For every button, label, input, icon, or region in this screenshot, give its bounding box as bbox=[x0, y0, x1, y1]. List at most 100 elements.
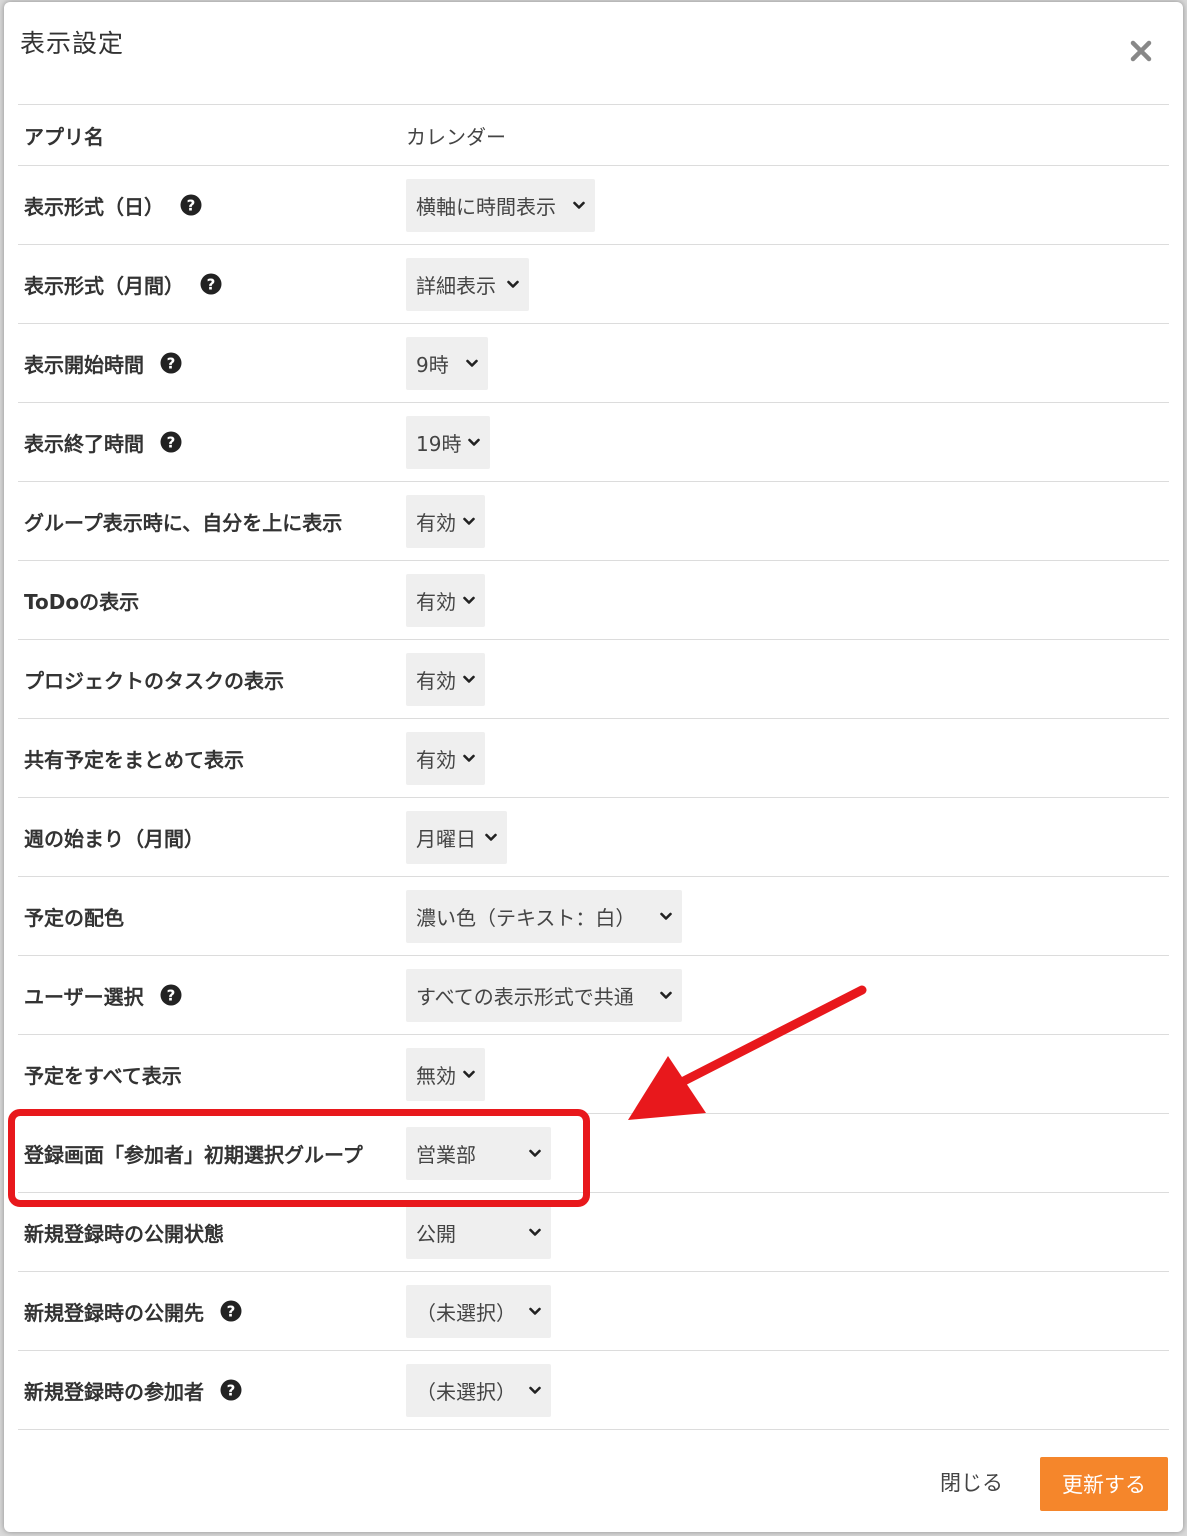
svg-text:?: ? bbox=[167, 434, 176, 452]
setting-row: 新規登録時の公開状態 公開 bbox=[18, 1193, 1169, 1272]
chevron-down-icon bbox=[463, 754, 475, 763]
setting-row: 表示終了時間? 19時 bbox=[18, 403, 1169, 482]
select-value: 有効 bbox=[416, 747, 456, 772]
setting-label: 新規登録時の公開状態 bbox=[24, 1193, 224, 1271]
setting-label: アプリ名 bbox=[24, 105, 104, 165]
chevron-down-icon bbox=[463, 1070, 475, 1079]
setting-label-text: ユーザー選択 bbox=[24, 984, 144, 1009]
setting-select[interactable]: 19時 bbox=[406, 415, 490, 469]
setting-label: 予定の配色 bbox=[24, 877, 124, 955]
setting-label-text: ToDoの表示 bbox=[24, 589, 140, 614]
question-circle-icon[interactable]: ? bbox=[180, 194, 202, 216]
chevron-down-icon bbox=[485, 833, 497, 842]
question-circle-icon[interactable]: ? bbox=[220, 1379, 242, 1401]
svg-text:?: ? bbox=[227, 1382, 236, 1400]
select-value: 有効 bbox=[416, 668, 456, 693]
select-value: すべての表示形式で共通 bbox=[416, 984, 634, 1009]
setting-select[interactable]: 月曜日 bbox=[406, 810, 507, 864]
setting-label: ToDoの表示 bbox=[24, 561, 139, 639]
setting-select[interactable]: 有効 bbox=[406, 652, 485, 706]
setting-row: グループ表示時に、自分を上に表示 有効 bbox=[18, 482, 1169, 561]
setting-value: 営業部 bbox=[406, 1114, 551, 1192]
setting-label: 新規登録時の公開先? bbox=[24, 1272, 242, 1350]
setting-select[interactable]: （未選択） bbox=[406, 1363, 551, 1417]
setting-label-text: 新規登録時の公開先 bbox=[24, 1300, 204, 1325]
setting-value: 無効 bbox=[406, 1035, 485, 1113]
setting-select[interactable]: 9時 bbox=[406, 336, 488, 390]
select-value: 営業部 bbox=[416, 1142, 476, 1167]
chevron-down-icon bbox=[463, 517, 475, 526]
setting-value: 9時 bbox=[406, 324, 488, 402]
question-circle-icon[interactable]: ? bbox=[160, 431, 182, 453]
setting-select[interactable]: 有効 bbox=[406, 573, 485, 627]
setting-label: 表示開始時間? bbox=[24, 324, 182, 402]
setting-label: プロジェクトのタスクの表示 bbox=[24, 640, 284, 718]
setting-label: 表示形式（日）? bbox=[24, 166, 202, 244]
chevron-down-icon bbox=[507, 280, 519, 289]
setting-select[interactable]: 公開 bbox=[406, 1205, 551, 1259]
setting-row: 週の始まり（月間） 月曜日 bbox=[18, 798, 1169, 877]
setting-value: 有効 bbox=[406, 561, 485, 639]
setting-label: 登録画面「参加者」初期選択グループ bbox=[24, 1114, 363, 1192]
setting-label-text: 新規登録時の公開状態 bbox=[24, 1221, 224, 1246]
question-circle-icon[interactable]: ? bbox=[200, 273, 222, 295]
setting-select[interactable]: 濃い色（テキスト：白） bbox=[406, 889, 682, 943]
question-circle-icon[interactable]: ? bbox=[160, 352, 182, 374]
setting-value: 有効 bbox=[406, 719, 485, 797]
setting-select[interactable]: 有効 bbox=[406, 494, 485, 548]
setting-label-text: アプリ名 bbox=[24, 124, 104, 149]
select-value: 公開 bbox=[416, 1221, 456, 1246]
setting-select[interactable]: 無効 bbox=[406, 1047, 485, 1101]
setting-label-text: 共有予定をまとめて表示 bbox=[24, 747, 244, 772]
svg-text:?: ? bbox=[207, 276, 216, 294]
setting-label-text: 表示開始時間 bbox=[24, 352, 144, 377]
setting-row: プロジェクトのタスクの表示 有効 bbox=[18, 640, 1169, 719]
select-value: 濃い色（テキスト：白） bbox=[416, 905, 636, 930]
setting-label-text: 週の始まり（月間） bbox=[24, 826, 204, 851]
chevron-down-icon bbox=[466, 359, 478, 368]
setting-value: （未選択） bbox=[406, 1351, 551, 1429]
svg-text:?: ? bbox=[227, 1303, 236, 1321]
setting-value: 公開 bbox=[406, 1193, 551, 1271]
chevron-down-icon bbox=[529, 1149, 541, 1158]
setting-row: 表示開始時間? 9時 bbox=[18, 324, 1169, 403]
setting-select[interactable]: （未選択） bbox=[406, 1284, 551, 1338]
chevron-down-icon bbox=[529, 1307, 541, 1316]
setting-value: 詳細表示 bbox=[406, 245, 529, 323]
select-value: 横軸に時間表示 bbox=[416, 194, 556, 219]
setting-label-text: グループ表示時に、自分を上に表示 bbox=[24, 510, 343, 535]
setting-label-text: 予定をすべて表示 bbox=[24, 1063, 182, 1088]
setting-row: 表示形式（日）? 横軸に時間表示 bbox=[18, 166, 1169, 245]
chevron-down-icon bbox=[463, 675, 475, 684]
setting-row: アプリ名 カレンダー bbox=[18, 105, 1169, 166]
question-circle-icon[interactable]: ? bbox=[160, 984, 182, 1006]
select-value: 無効 bbox=[416, 1063, 456, 1088]
setting-label: グループ表示時に、自分を上に表示 bbox=[24, 482, 342, 560]
setting-select[interactable]: 横軸に時間表示 bbox=[406, 178, 595, 232]
setting-value: すべての表示形式で共通 bbox=[406, 956, 682, 1034]
setting-value: 有効 bbox=[406, 640, 485, 718]
svg-text:?: ? bbox=[166, 987, 175, 1005]
select-value: 有効 bbox=[416, 589, 456, 614]
setting-label: 表示終了時間? bbox=[24, 403, 182, 481]
setting-select[interactable]: 詳細表示 bbox=[406, 257, 529, 311]
setting-row: 新規登録時の参加者? （未選択） bbox=[18, 1351, 1169, 1430]
close-link[interactable]: 閉じる bbox=[940, 1467, 1003, 1497]
setting-row: 新規登録時の公開先? （未選択） bbox=[18, 1272, 1169, 1351]
setting-label: 共有予定をまとめて表示 bbox=[24, 719, 244, 797]
update-button[interactable]: 更新する bbox=[1040, 1457, 1168, 1511]
setting-row: 予定をすべて表示 無効 bbox=[18, 1035, 1169, 1114]
close-button[interactable] bbox=[1122, 32, 1160, 70]
setting-label: 表示形式（月間）? bbox=[24, 245, 222, 323]
setting-row: 表示形式（月間）? 詳細表示 bbox=[18, 245, 1169, 324]
setting-label-text: 表示形式（月間） bbox=[24, 273, 184, 298]
setting-row: ユーザー選択? すべての表示形式で共通 bbox=[18, 956, 1169, 1035]
setting-select[interactable]: 有効 bbox=[406, 731, 485, 785]
question-circle-icon[interactable]: ? bbox=[220, 1300, 242, 1322]
setting-label: 週の始まり（月間） bbox=[24, 798, 204, 876]
setting-label: 新規登録時の参加者? bbox=[24, 1351, 242, 1429]
setting-select[interactable]: すべての表示形式で共通 bbox=[406, 968, 682, 1022]
setting-select[interactable]: 営業部 bbox=[406, 1126, 551, 1180]
chevron-down-icon bbox=[573, 201, 585, 210]
setting-label-text: 表示形式（日） bbox=[24, 194, 164, 219]
